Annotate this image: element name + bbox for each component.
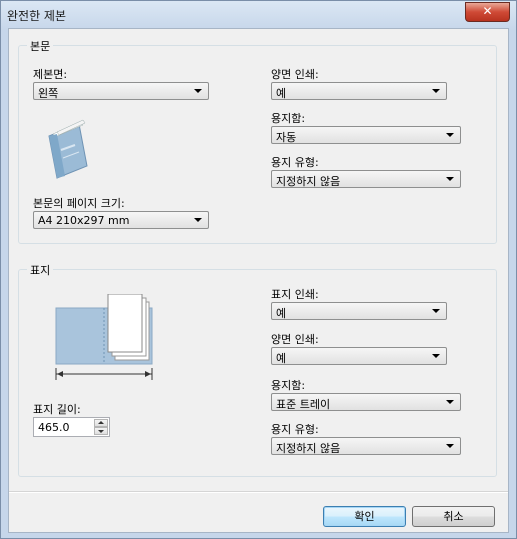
chevron-down-icon bbox=[194, 218, 202, 222]
chevron-down-icon bbox=[432, 309, 440, 313]
cover-group: 표지 표지 길이: 465.0 표지 인쇄: 예 양면 인쇄: 예 용지함: 표… bbox=[18, 262, 497, 477]
dialog-body: 본문 제본면: 왼쪽 본문의 페이지 크기: A4 210x297 mm 양면 … bbox=[8, 28, 509, 533]
close-icon: ✕ bbox=[482, 4, 493, 18]
body-tray-label: 용지함: bbox=[271, 112, 306, 125]
window-title: 완전한 제본 bbox=[7, 9, 67, 23]
chevron-down-icon bbox=[446, 444, 454, 448]
binding-edge-value: 왼쪽 bbox=[38, 87, 59, 100]
cover-print-value: 예 bbox=[276, 307, 287, 320]
cover-tray-value: 표준 트레이 bbox=[276, 398, 331, 411]
body-group-title: 본문 bbox=[27, 38, 54, 54]
body-tray-select[interactable]: 자동 bbox=[271, 126, 461, 144]
cover-tray-label: 용지함: bbox=[271, 379, 306, 392]
cover-duplex-value: 예 bbox=[276, 352, 287, 365]
cover-duplex-label: 양면 인쇄: bbox=[271, 333, 319, 346]
cover-diagram-icon bbox=[55, 294, 153, 380]
title-bar: 완전한 제본 ✕ bbox=[1, 1, 516, 27]
book-icon bbox=[48, 119, 88, 179]
body-duplex-value: 예 bbox=[276, 87, 287, 100]
spin-down-icon[interactable] bbox=[94, 427, 108, 435]
chevron-down-icon bbox=[446, 133, 454, 137]
cover-print-label: 표지 인쇄: bbox=[271, 288, 319, 301]
body-duplex-select[interactable]: 예 bbox=[271, 82, 447, 100]
spin-up-icon[interactable] bbox=[94, 419, 108, 427]
ok-button[interactable]: 확인 bbox=[323, 506, 406, 527]
body-paper-type-select[interactable]: 지정하지 않음 bbox=[271, 170, 461, 188]
body-tray-value: 자동 bbox=[276, 131, 297, 144]
cover-duplex-select[interactable]: 예 bbox=[271, 347, 447, 365]
cover-paper-type-value: 지정하지 않음 bbox=[276, 442, 341, 455]
cover-length-value: 465.0 bbox=[38, 421, 70, 434]
page-size-label: 본문의 페이지 크기: bbox=[33, 197, 125, 210]
binding-edge-select[interactable]: 왼쪽 bbox=[33, 82, 209, 100]
body-duplex-label: 양면 인쇄: bbox=[271, 68, 319, 81]
page-size-select[interactable]: A4 210x297 mm bbox=[33, 211, 209, 229]
cover-length-stepper[interactable]: 465.0 bbox=[33, 417, 110, 437]
cover-paper-type-label: 용지 유형: bbox=[271, 423, 319, 436]
chevron-down-icon bbox=[446, 400, 454, 404]
chevron-down-icon bbox=[432, 354, 440, 358]
chevron-down-icon bbox=[194, 89, 202, 93]
cover-tray-select[interactable]: 표준 트레이 bbox=[271, 393, 461, 411]
page-size-value: A4 210x297 mm bbox=[38, 214, 130, 227]
cancel-button[interactable]: 취소 bbox=[412, 506, 495, 527]
body-paper-type-label: 용지 유형: bbox=[271, 156, 319, 169]
chevron-down-icon bbox=[446, 177, 454, 181]
close-button[interactable]: ✕ bbox=[465, 2, 510, 22]
cover-length-label: 표지 길이: bbox=[33, 403, 81, 416]
body-group: 본문 제본면: 왼쪽 본문의 페이지 크기: A4 210x297 mm 양면 … bbox=[18, 38, 497, 244]
footer-divider bbox=[9, 491, 508, 493]
chevron-down-icon bbox=[432, 89, 440, 93]
cover-print-select[interactable]: 예 bbox=[271, 302, 447, 320]
binding-edge-label: 제본면: bbox=[33, 68, 68, 81]
body-paper-type-value: 지정하지 않음 bbox=[276, 175, 341, 188]
cover-group-title: 표지 bbox=[27, 262, 54, 278]
cover-paper-type-select[interactable]: 지정하지 않음 bbox=[271, 437, 461, 455]
dialog-window: 완전한 제본 ✕ 본문 제본면: 왼쪽 본문의 페이지 크기: A4 210x2… bbox=[0, 0, 517, 539]
